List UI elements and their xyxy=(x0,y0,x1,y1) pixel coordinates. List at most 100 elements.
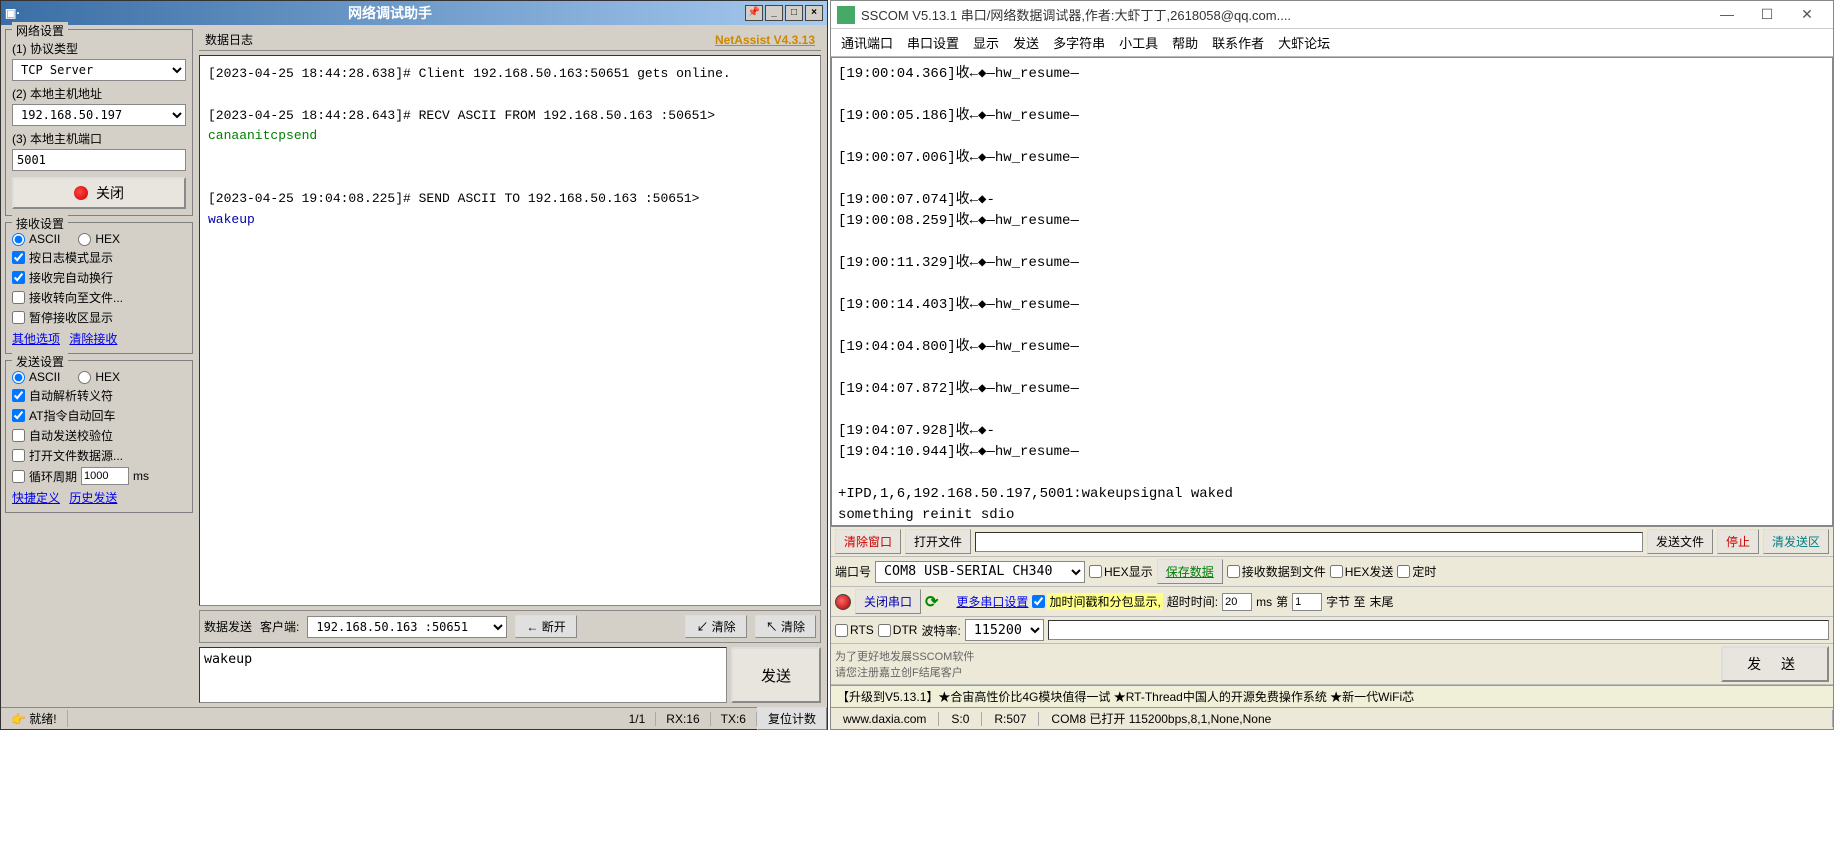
send-button[interactable]: 发 送 xyxy=(1721,646,1829,682)
menu-serial-settings[interactable]: 串口设置 xyxy=(907,33,959,52)
pause-display-check[interactable] xyxy=(12,311,25,324)
group-title: 发送设置 xyxy=(12,353,68,370)
open-file-button[interactable]: 打开文件 xyxy=(905,529,971,554)
send-settings-group: 发送设置 ASCII HEX 自动解析转义符 AT指令自动回车 自动发送校验位 … xyxy=(5,360,193,513)
menu-help[interactable]: 帮助 xyxy=(1172,33,1198,52)
app-icon xyxy=(837,6,855,24)
window-title: SSCOM V5.13.1 串口/网络数据调试器,作者:大虾丁丁,2618058… xyxy=(861,5,1707,24)
version-link[interactable]: NetAssist V4.3.13 xyxy=(715,33,815,47)
port-label: 端口号 xyxy=(835,563,871,580)
send-input[interactable]: wakeup xyxy=(199,647,727,703)
close-window-button[interactable]: × xyxy=(805,5,823,21)
send-button[interactable]: 发送 xyxy=(731,647,821,703)
menu-forum[interactable]: 大虾论坛 xyxy=(1278,33,1330,52)
r-count: R:507 xyxy=(982,712,1039,726)
client-select[interactable]: 192.168.50.163 :50651 xyxy=(307,616,507,638)
pin-button[interactable]: 📌 xyxy=(745,5,763,21)
port-select[interactable]: COM8 USB-SERIAL CH340 xyxy=(875,561,1085,583)
timed-check[interactable] xyxy=(1397,565,1410,578)
nth-byte-input[interactable] xyxy=(1292,593,1322,611)
minimize-button[interactable]: — xyxy=(1707,3,1747,27)
protocol-select[interactable]: TCP Server xyxy=(12,59,186,81)
file-path-input[interactable] xyxy=(975,532,1643,552)
bottom-panel: 清除窗口 打开文件 发送文件 停止 清发送区 端口号 COM8 USB-SERI… xyxy=(831,526,1833,707)
baud-extra-input[interactable] xyxy=(1048,620,1829,640)
stop-button[interactable]: 停止 xyxy=(1717,529,1759,554)
rts-check[interactable] xyxy=(835,624,848,637)
auto-checksum-check[interactable] xyxy=(12,429,25,442)
close-window-button[interactable]: ✕ xyxy=(1787,3,1827,27)
history-send-link[interactable]: 历史发送 xyxy=(69,491,117,505)
main-area: 数据日志 NetAssist V4.3.13 [2023-04-25 18:44… xyxy=(197,25,827,707)
host-select[interactable]: 192.168.50.197 xyxy=(12,104,186,126)
menu-display[interactable]: 显示 xyxy=(973,33,999,52)
hex-send-check[interactable] xyxy=(1330,565,1343,578)
ad-text: 【升级到V5.13.1】★合宙高性价比4G模块值得一试 ★RT-Thread中国… xyxy=(831,685,1833,707)
promo-text-2: 请您注册嘉立创F结尾客户 xyxy=(835,664,974,680)
close-serial-button[interactable]: 关闭串口 xyxy=(855,589,921,614)
menu-contact[interactable]: 联系作者 xyxy=(1212,33,1264,52)
clear-recv-link[interactable]: 清除接收 xyxy=(69,332,117,346)
send-toolbar: 数据发送 客户端: 192.168.50.163 :50651 ← 断开 ↙ 清… xyxy=(199,610,821,643)
send-ascii-radio[interactable] xyxy=(12,371,25,384)
send-file-button[interactable]: 发送文件 xyxy=(1647,529,1713,554)
baud-select[interactable]: 115200 xyxy=(965,619,1044,641)
quick-define-link[interactable]: 快捷定义 xyxy=(12,491,60,505)
port-input[interactable] xyxy=(12,149,186,171)
record-icon[interactable] xyxy=(835,594,851,610)
url-cell[interactable]: www.daxia.com xyxy=(831,712,939,726)
recv-to-file-check[interactable] xyxy=(1227,565,1240,578)
timeout-input[interactable] xyxy=(1222,593,1252,611)
minimize-button[interactable]: _ xyxy=(765,5,783,21)
clear-window-button[interactable]: 清除窗口 xyxy=(835,529,901,554)
loop-period-check[interactable] xyxy=(12,470,25,483)
timestamp-check[interactable] xyxy=(1032,595,1045,608)
dtr-check[interactable] xyxy=(878,624,891,637)
host-label: (2) 本地主机地址 xyxy=(12,85,186,102)
auto-escape-check[interactable] xyxy=(12,389,25,402)
log-area[interactable]: [2023-04-25 18:44:28.638]# Client 192.16… xyxy=(199,55,821,606)
reset-count-button[interactable]: 复位计数 xyxy=(757,707,827,730)
tx-count: TX:6 xyxy=(711,712,757,726)
close-connection-button[interactable]: 关闭 xyxy=(12,177,186,209)
maximize-button[interactable]: ☐ xyxy=(1747,3,1787,27)
left-sidebar: 网络设置 (1) 协议类型 TCP Server (2) 本地主机地址 192.… xyxy=(1,25,197,707)
serial-log-area[interactable]: [19:00:04.366]收←◆—hw_resume— [19:00:05.1… xyxy=(831,57,1833,526)
record-icon xyxy=(74,186,88,200)
redirect-file-check[interactable] xyxy=(12,291,25,304)
reload-icon[interactable]: ⟳ xyxy=(925,592,938,612)
port-label: (3) 本地主机端口 xyxy=(12,130,186,147)
at-auto-cr-check[interactable] xyxy=(12,409,25,422)
send-hex-radio[interactable] xyxy=(78,371,91,384)
clear-button-l[interactable]: ↙ 清除 xyxy=(685,615,746,638)
clear-send-area-button[interactable]: 清发送区 xyxy=(1763,529,1829,554)
menu-port[interactable]: 通讯端口 xyxy=(841,33,893,52)
save-data-button[interactable]: 保存数据 xyxy=(1157,559,1223,584)
disconnect-button[interactable]: ← 断开 xyxy=(515,615,576,638)
window-title: 网络调试助手 xyxy=(35,3,745,23)
protocol-label: (1) 协议类型 xyxy=(12,40,186,57)
more-serial-link[interactable]: 更多串口设置 xyxy=(956,593,1028,610)
clear-button-r[interactable]: ↖ 清除 xyxy=(755,615,816,638)
other-options-link[interactable]: 其他选项 xyxy=(12,332,60,346)
open-file-src-check[interactable] xyxy=(12,449,25,462)
conn-count: 1/1 xyxy=(619,712,657,726)
menu-send[interactable]: 发送 xyxy=(1013,33,1039,52)
auto-wrap-check[interactable] xyxy=(12,271,25,284)
hex-display-check[interactable] xyxy=(1089,565,1102,578)
maximize-button[interactable]: □ xyxy=(785,5,803,21)
recv-hex-radio[interactable] xyxy=(78,233,91,246)
sysmenu-icon[interactable]: ▣· xyxy=(5,6,35,20)
log-tab-title[interactable]: 数据日志 xyxy=(205,31,253,48)
network-settings-group: 网络设置 (1) 协议类型 TCP Server (2) 本地主机地址 192.… xyxy=(5,29,193,216)
rx-count: RX:16 xyxy=(656,712,710,726)
loop-period-input[interactable] xyxy=(81,467,129,485)
data-send-label: 数据发送 xyxy=(204,618,252,635)
log-mode-check[interactable] xyxy=(12,251,25,264)
menu-tools[interactable]: 小工具 xyxy=(1119,33,1158,52)
group-title: 网络设置 xyxy=(12,22,68,39)
close-btn-label: 关闭 xyxy=(96,183,124,203)
menubar: 通讯端口 串口设置 显示 发送 多字符串 小工具 帮助 联系作者 大虾论坛 xyxy=(831,29,1833,57)
menu-multistring[interactable]: 多字符串 xyxy=(1053,33,1105,52)
recv-ascii-radio[interactable] xyxy=(12,233,25,246)
